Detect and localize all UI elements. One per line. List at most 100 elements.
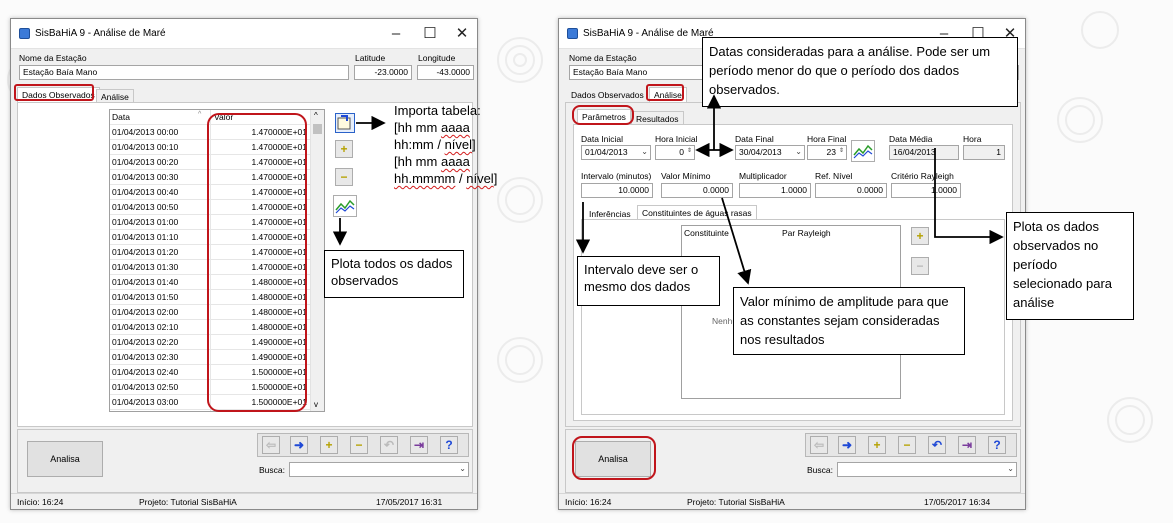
latitude-label: Latitude (355, 53, 386, 63)
exit-button[interactable]: ⇥ (410, 436, 428, 454)
ref-level-field[interactable]: 0.0000 (815, 183, 887, 198)
min-value-label: Valor Mínimo (661, 171, 711, 181)
status-bar: Início: 16:24 Projeto: Tutorial SisBaHiA… (11, 493, 477, 509)
mid-date-label: Data Média (889, 134, 933, 144)
help-icon: ? (445, 438, 453, 452)
end-hour-field[interactable]: 23 ⇕ (807, 145, 847, 160)
callout-plot-period: Plota os dados observados no período sel… (1006, 212, 1134, 320)
search-dropdown[interactable]: ⌄ (837, 462, 1017, 477)
chevron-down-icon: ⌄ (459, 464, 466, 473)
highlight-value-column (207, 113, 307, 412)
cell-date: 01/04/2013 01:00 (112, 217, 179, 227)
arrow-left-icon: ⇦ (813, 438, 825, 452)
plot-period-button[interactable] (851, 140, 875, 162)
latitude-field[interactable]: -23.0000 (354, 65, 412, 80)
cell-date: 01/04/2013 00:00 (112, 127, 179, 137)
status-start: Início: 16:24 (17, 497, 64, 507)
cell-date: 01/04/2013 02:10 (112, 322, 179, 332)
highlight-observed-tab (14, 84, 94, 101)
start-hour-field[interactable]: 0 ⇕ (655, 145, 695, 160)
window-title: SisBaHiA 9 - Análise de Maré (35, 28, 166, 39)
nav-back-button[interactable]: ⇦ (262, 436, 280, 454)
start-date-field[interactable]: 01/04/2013 ⌄ (581, 145, 651, 160)
rayleigh-label: Critério Rayleigh (891, 171, 954, 181)
nav-remove-button[interactable]: − (350, 436, 368, 454)
column-header-rayleigh: Par Rayleigh (782, 228, 831, 238)
min-value-field[interactable]: 0.0000 (661, 183, 733, 198)
search-dropdown[interactable]: ⌄ (289, 462, 469, 477)
highlight-analysis-tab (646, 84, 684, 101)
cell-date: 01/04/2013 01:20 (112, 247, 179, 257)
undo-icon: ↶ (931, 438, 943, 452)
add-constituent-button[interactable]: + (911, 227, 929, 245)
chevron-down-icon: ⌄ (641, 147, 648, 156)
analyze-button[interactable]: Analisa (27, 441, 103, 477)
remove-row-button[interactable]: − (335, 168, 353, 186)
cell-date: 01/04/2013 00:30 (112, 172, 179, 182)
exit-button[interactable]: ⇥ (958, 436, 976, 454)
search-label: Busca: (259, 465, 285, 475)
multiplier-field[interactable]: 1.0000 (739, 183, 811, 198)
import-table-button[interactable] (335, 113, 355, 133)
status-datetime: 17/05/2017 16:34 (924, 497, 991, 507)
start-date-label: Data Inicial (581, 134, 624, 144)
longitude-field[interactable]: -43.0000 (417, 65, 474, 80)
rayleigh-field[interactable]: 1.0000 (891, 183, 961, 198)
minus-icon: − (903, 438, 911, 452)
help-button[interactable]: ? (988, 436, 1006, 454)
maximize-button[interactable]: ☐ (413, 23, 447, 45)
mid-date-field: 16/04/2013 (889, 145, 959, 160)
status-project: Projeto: Tutorial SisBaHiA (139, 497, 237, 507)
callout-interval: Intervalo deve ser o mesmo dos dados (577, 256, 720, 306)
exit-icon: ⇥ (961, 438, 973, 452)
undo-button[interactable]: ↶ (928, 436, 946, 454)
title-bar: SisBaHiA 9 - Análise de Maré – ☐ ✕ (11, 19, 477, 49)
close-button[interactable]: ✕ (445, 23, 479, 45)
nav-toolbar: ⇦ ➜ + − ↶ ⇥ ? (257, 433, 469, 457)
minus-icon: − (340, 170, 348, 184)
station-label: Nome da Estação (19, 53, 87, 63)
ref-level-label: Ref. Nível (815, 171, 853, 181)
help-icon: ? (993, 438, 1001, 452)
hour-field: 1 (963, 145, 1005, 160)
interval-field[interactable]: 10.0000 (581, 183, 653, 198)
tab-observed-data[interactable]: Dados Observados (567, 88, 648, 102)
end-date-field[interactable]: 30/04/2013 ⌄ (735, 145, 805, 160)
chevron-down-icon: ⌄ (1007, 464, 1014, 473)
highlight-parameters-tab (572, 105, 634, 125)
station-field[interactable]: Estação Baía Mano (19, 65, 349, 80)
status-bar: Início: 16:24 Projeto: Tutorial SisBaHiA… (559, 493, 1025, 509)
start-hour-label: Hora Inicial (655, 134, 698, 144)
tab-shallow-water[interactable]: Constituintes de águas rasas (637, 205, 757, 220)
minimize-button[interactable]: – (379, 23, 413, 45)
help-button[interactable]: ? (440, 436, 458, 454)
nav-add-button[interactable]: + (868, 436, 886, 454)
callout-plot-all: Plota todos os dados observados (324, 250, 464, 298)
cell-date: 01/04/2013 02:30 (112, 352, 179, 362)
end-date-label: Data Final (735, 134, 774, 144)
plot-observed-button[interactable] (333, 195, 357, 217)
nav-forward-button[interactable]: ➜ (838, 436, 856, 454)
nav-add-button[interactable]: + (320, 436, 338, 454)
cell-date: 01/04/2013 01:40 (112, 277, 179, 287)
nav-back-button[interactable]: ⇦ (810, 436, 828, 454)
plus-icon: + (340, 142, 348, 156)
undo-button[interactable]: ↶ (380, 436, 398, 454)
cell-date: 01/04/2013 02:40 (112, 367, 179, 377)
nav-toolbar: ⇦ ➜ + − ↶ ⇥ ? (805, 433, 1017, 457)
import-table-icon (337, 115, 351, 130)
plus-icon: + (325, 438, 333, 452)
nav-remove-button[interactable]: − (898, 436, 916, 454)
arrow-left-icon: ⇦ (265, 438, 277, 452)
stepper-icon: ⇕ (838, 148, 844, 154)
exit-icon: ⇥ (413, 438, 425, 452)
remove-constituent-button[interactable]: − (911, 257, 929, 275)
nav-forward-button[interactable]: ➜ (290, 436, 308, 454)
add-row-button[interactable]: + (335, 140, 353, 158)
minus-icon: − (355, 438, 363, 452)
cell-date: 01/04/2013 02:00 (112, 307, 179, 317)
table-scrollbar[interactable]: ^ v (310, 110, 324, 411)
search-label: Busca: (807, 465, 833, 475)
cell-date: 01/04/2013 00:40 (112, 187, 179, 197)
station-label: Nome da Estação (569, 53, 637, 63)
